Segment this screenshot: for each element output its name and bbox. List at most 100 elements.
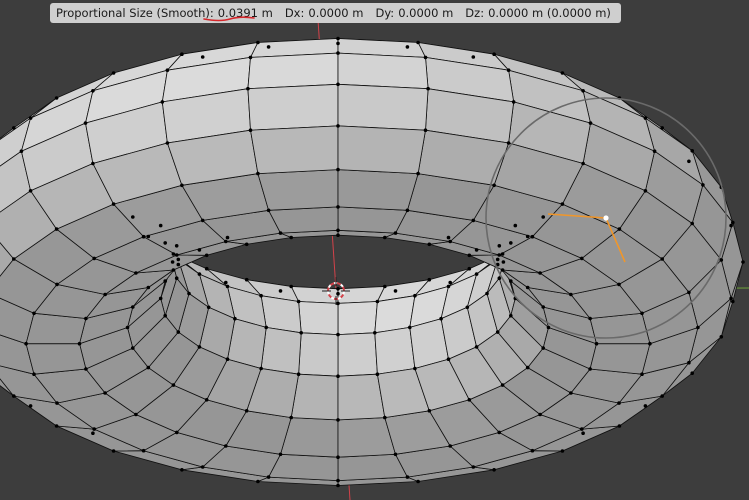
mesh-vertex[interactable]	[660, 257, 664, 261]
mesh-vertex[interactable]	[336, 483, 340, 488]
mesh-vertex[interactable]	[448, 239, 453, 244]
mesh-vertex[interactable]	[467, 266, 472, 271]
mesh-vertex[interactable]	[224, 444, 228, 448]
mesh-vertex[interactable]	[538, 271, 542, 275]
mesh-face[interactable]	[290, 373, 339, 421]
mesh-vertex[interactable]	[197, 248, 202, 252]
mesh-vertex[interactable]	[19, 149, 24, 153]
mesh-vertex[interactable]	[617, 282, 621, 287]
mesh-vertex[interactable]	[336, 228, 340, 233]
mesh-vertex[interactable]	[405, 208, 410, 213]
mesh-vertex[interactable]	[259, 366, 263, 371]
mesh-vertex[interactable]	[580, 427, 584, 431]
mesh-vertex[interactable]	[485, 291, 489, 296]
mesh-vertex[interactable]	[266, 208, 271, 213]
mesh-vertex[interactable]	[204, 253, 209, 258]
mesh-vertex[interactable]	[171, 268, 176, 272]
mesh-vertex[interactable]	[200, 465, 205, 469]
mesh-vertex[interactable]	[580, 256, 584, 261]
mesh-vertex[interactable]	[741, 260, 745, 264]
mesh-vertex[interactable]	[248, 128, 253, 132]
mesh-vertex[interactable]	[446, 235, 451, 240]
mesh-vertex[interactable]	[729, 223, 733, 228]
mesh-vertex[interactable]	[336, 287, 340, 291]
mesh-vertex[interactable]	[719, 335, 724, 339]
mesh-vertex[interactable]	[427, 277, 432, 282]
mesh-vertex[interactable]	[12, 394, 16, 398]
mesh-vertex[interactable]	[111, 449, 116, 453]
mesh-vertex[interactable]	[423, 128, 428, 132]
mesh-vertex[interactable]	[187, 291, 191, 296]
mesh-vertex[interactable]	[690, 149, 694, 153]
mesh-face[interactable]	[337, 125, 426, 175]
mesh-vertex[interactable]	[660, 394, 664, 398]
mesh-vertex[interactable]	[134, 412, 138, 417]
mesh-vertex[interactable]	[176, 257, 181, 262]
mesh-vertex[interactable]	[336, 205, 340, 209]
mesh-vertex[interactable]	[495, 257, 500, 262]
mesh-vertex[interactable]	[660, 126, 664, 130]
mesh-vertex[interactable]	[413, 293, 417, 298]
mesh-vertex[interactable]	[296, 299, 301, 304]
mesh-vertex[interactable]	[687, 290, 691, 295]
mesh-vertex[interactable]	[474, 272, 479, 276]
mesh-face[interactable]	[337, 83, 429, 131]
mesh-vertex[interactable]	[32, 311, 36, 316]
mesh-vertex[interactable]	[55, 282, 59, 287]
mesh-vertex[interactable]	[405, 475, 410, 479]
mesh-vertex[interactable]	[408, 325, 412, 330]
selected-vertex[interactable]	[603, 215, 609, 221]
mesh-vertex[interactable]	[103, 391, 107, 395]
scene-canvas[interactable]	[0, 0, 749, 500]
mesh-vertex[interactable]	[174, 276, 179, 281]
mesh-vertex[interactable]	[652, 149, 657, 153]
mesh-vertex[interactable]	[506, 141, 511, 145]
mesh-vertex[interactable]	[206, 305, 211, 310]
mesh-face[interactable]	[337, 332, 378, 377]
mesh-vertex[interactable]	[111, 202, 116, 206]
mesh-vertex[interactable]	[244, 277, 249, 282]
mesh-vertex[interactable]	[594, 341, 599, 346]
mesh-face[interactable]	[247, 83, 339, 131]
mesh-vertex[interactable]	[495, 330, 500, 334]
mesh-vertex[interactable]	[513, 223, 518, 228]
mesh-vertex[interactable]	[560, 202, 565, 206]
mesh-vertex[interactable]	[383, 284, 387, 289]
mesh-vertex[interactable]	[393, 231, 398, 235]
mesh-vertex[interactable]	[509, 313, 513, 318]
mesh-vertex[interactable]	[225, 235, 230, 240]
mesh-vertex[interactable]	[176, 262, 181, 267]
mesh-vertex[interactable]	[336, 478, 340, 483]
mesh-vertex[interactable]	[471, 218, 476, 223]
mesh-vertex[interactable]	[617, 424, 622, 428]
mesh-vertex[interactable]	[278, 452, 283, 457]
mesh-vertex[interactable]	[501, 260, 506, 264]
mesh-vertex[interactable]	[497, 244, 502, 248]
mesh-vertex[interactable]	[131, 346, 135, 350]
mesh-vertex[interactable]	[176, 330, 181, 334]
mesh-vertex[interactable]	[643, 404, 648, 408]
mesh-vertex[interactable]	[146, 365, 151, 370]
mesh-vertex[interactable]	[131, 305, 135, 309]
mesh-vertex[interactable]	[171, 383, 176, 387]
mesh-vertex[interactable]	[541, 305, 545, 309]
mesh-vertex[interactable]	[497, 253, 502, 257]
mesh-vertex[interactable]	[111, 71, 116, 75]
mesh-vertex[interactable]	[163, 241, 167, 245]
mesh-vertex[interactable]	[336, 332, 340, 337]
mesh-face[interactable]	[337, 169, 419, 211]
mesh-vertex[interactable]	[160, 100, 165, 104]
mesh-vertex[interactable]	[278, 289, 283, 293]
mesh-vertex[interactable]	[175, 430, 179, 435]
mesh-vertex[interactable]	[492, 468, 496, 472]
mesh-vertex[interactable]	[204, 266, 209, 271]
mesh-vertex[interactable]	[24, 341, 28, 346]
mesh-vertex[interactable]	[175, 253, 179, 257]
mesh-vertex[interactable]	[200, 55, 205, 59]
mesh-vertex[interactable]	[375, 299, 380, 304]
mesh-vertex[interactable]	[474, 345, 479, 349]
mesh-vertex[interactable]	[54, 424, 59, 428]
mesh-vertex[interactable]	[12, 126, 16, 130]
mesh-vertex[interactable]	[54, 96, 59, 100]
mesh-vertex[interactable]	[492, 183, 496, 188]
